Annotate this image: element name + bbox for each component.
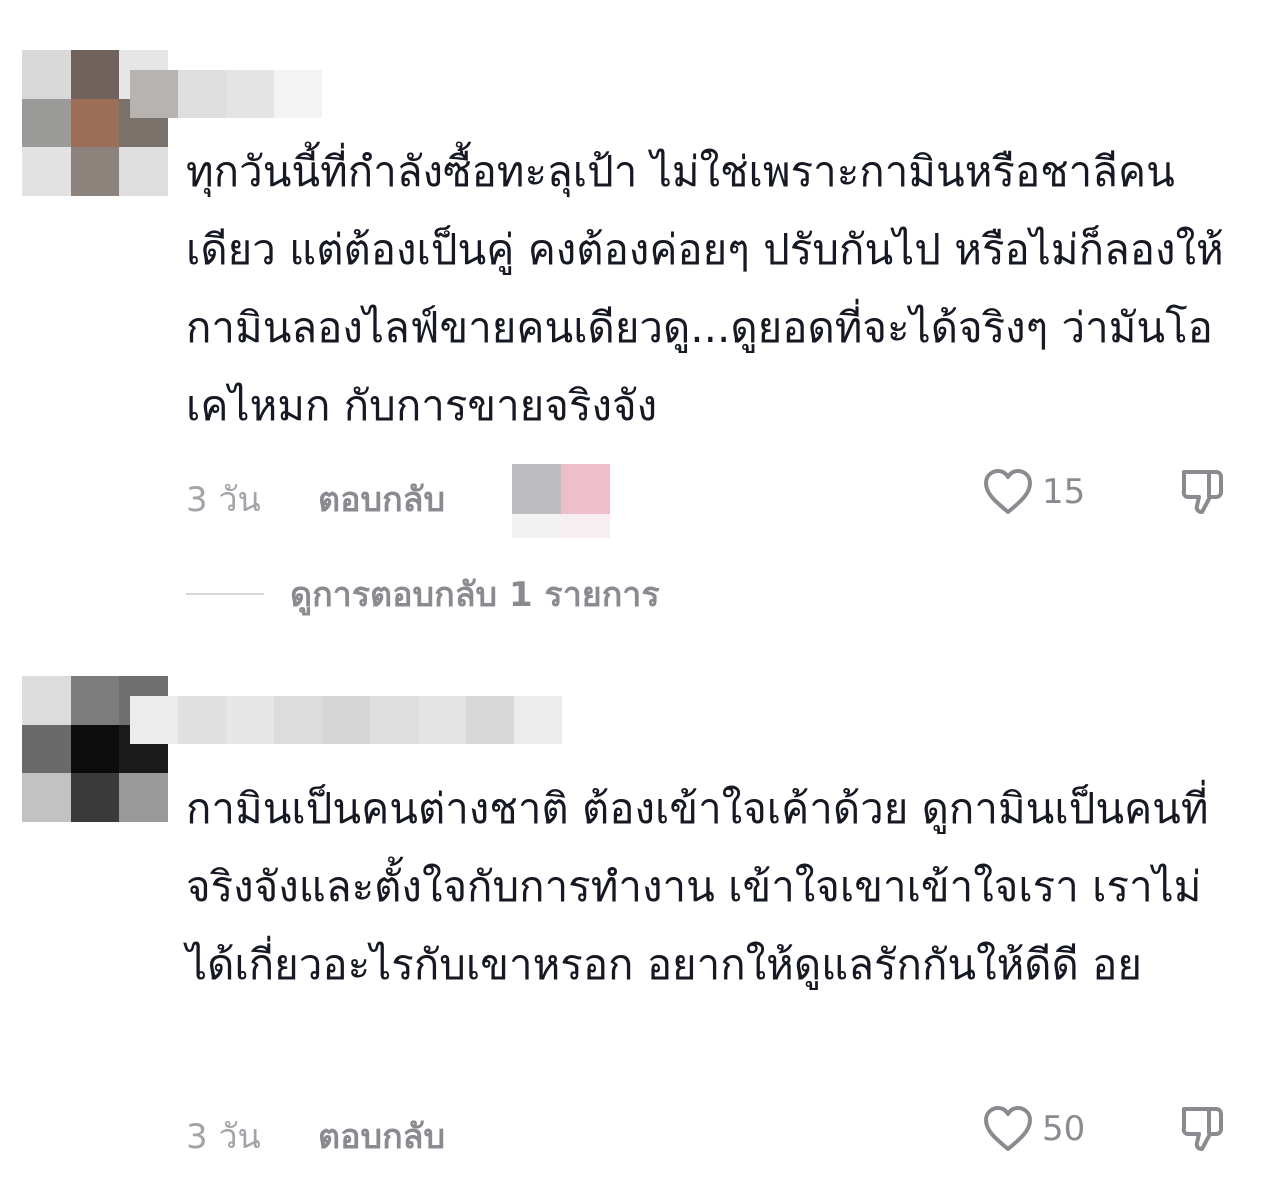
pixel-block: [70, 724, 120, 774]
pixel-block: [226, 696, 274, 744]
pixel-block: [119, 147, 168, 196]
pixel-block: [22, 50, 71, 99]
heart-outline-icon: [984, 469, 1032, 514]
username-blurred[interactable]: [130, 70, 322, 118]
pixel-block: [226, 70, 274, 118]
divider: [186, 593, 264, 595]
pixel-block: [178, 70, 226, 118]
pixel-block: [370, 696, 418, 744]
pixel-block: [274, 696, 322, 744]
like-count: 15: [1042, 472, 1086, 512]
comment-meta-row: 3 วัน ตอบกลับ 15: [186, 462, 1246, 538]
thumbs-down-icon[interactable]: [1176, 1103, 1228, 1155]
like-count: 50: [1042, 1109, 1086, 1149]
pixel-block: [70, 50, 120, 99]
pixel-block: [130, 70, 178, 118]
pixel-block: [119, 773, 168, 822]
pixel-block: [22, 724, 71, 774]
pixel-block: [22, 147, 71, 196]
comment-meta-row: 3 วัน ตอบกลับ 50: [186, 1099, 1246, 1159]
pixel-block: [514, 696, 562, 744]
pixel-block: [178, 696, 226, 744]
reply-button[interactable]: ตอบกลับ: [318, 1109, 445, 1163]
view-replies-label: ดูการตอบกลับ 1 รายการ: [290, 575, 660, 615]
username-blurred[interactable]: [130, 696, 562, 744]
like-button[interactable]: 50: [982, 1101, 1085, 1157]
pixel-block: [561, 464, 610, 514]
pixel-block: [418, 696, 466, 744]
reply-button[interactable]: ตอบกลับ: [318, 472, 445, 526]
comment-timestamp: 3 วัน: [186, 480, 261, 520]
reaction-sticker-thumbnail[interactable]: [512, 464, 610, 538]
pixel-block: [512, 514, 561, 538]
pixel-block: [512, 464, 561, 514]
pixel-block: [22, 98, 71, 148]
pixel-block: [22, 773, 71, 822]
pixel-block: [70, 98, 120, 148]
pixel-block: [322, 696, 370, 744]
pixel-block: [466, 696, 514, 744]
comment-text: ทุกวันนี้ที่กำลังซื้อทะลุเป้า ไม่ใช่เพรา…: [186, 147, 1224, 430]
comment-item: ทุกวันนี้ที่กำลังซื้อทะลุเป้า ไม่ใช่เพรา…: [0, 0, 1280, 640]
pixel-block: [561, 514, 610, 538]
pixel-block: [274, 70, 322, 118]
pixel-block: [70, 773, 120, 822]
comment-text: กามินเป็นคนต่างชาติ ต้องเข้าใจเค้าด้วย ด…: [186, 784, 1209, 989]
thumbs-down-icon[interactable]: [1176, 466, 1228, 518]
pixel-block: [70, 676, 120, 725]
comment-timestamp: 3 วัน: [186, 1117, 261, 1157]
pixel-block: [130, 696, 178, 744]
comment-item: กามินเป็นคนต่างชาติ ต้องเข้าใจเค้าด้วย ด…: [0, 640, 1280, 1196]
pixel-block: [70, 147, 120, 196]
pixel-block: [22, 676, 71, 725]
heart-outline-icon: [984, 1106, 1032, 1151]
like-button[interactable]: 15: [982, 464, 1085, 520]
view-replies-button[interactable]: ดูการตอบกลับ 1 รายการ: [186, 566, 660, 622]
